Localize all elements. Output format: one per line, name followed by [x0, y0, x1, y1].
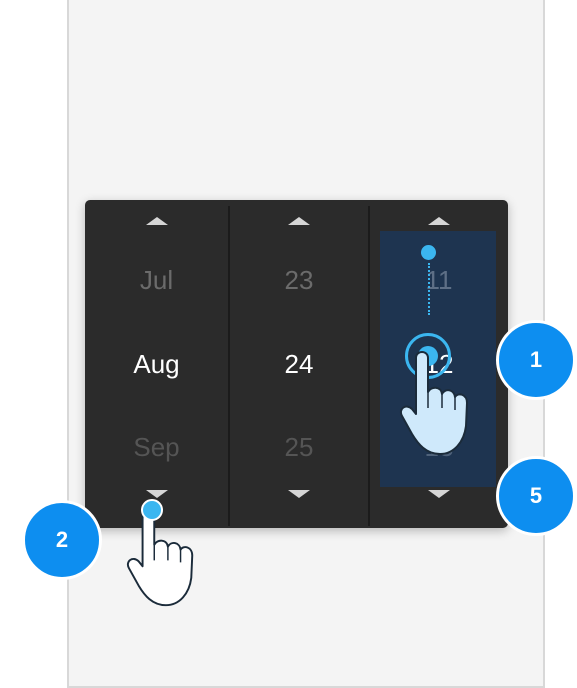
tap-point	[141, 499, 163, 521]
day-current[interactable]: 24	[230, 349, 368, 379]
month-prev[interactable]: Jul	[85, 265, 228, 295]
chevron-down-icon[interactable]	[428, 490, 450, 498]
chevron-up-icon[interactable]	[428, 217, 450, 225]
touch-hand-icon	[127, 504, 194, 607]
chevron-up-icon[interactable]	[288, 217, 310, 225]
month-column[interactable]: Jul Aug Sep	[85, 200, 228, 528]
day-column[interactable]: 23 24 25	[230, 200, 368, 528]
day-next[interactable]: 25	[230, 432, 368, 462]
day-prev[interactable]: 23	[230, 265, 368, 295]
touch-hand-icon	[400, 351, 468, 455]
drag-path-icon	[428, 263, 430, 315]
chevron-up-icon[interactable]	[145, 217, 168, 225]
chevron-down-icon[interactable]	[145, 490, 168, 498]
step-badge-1: 1	[496, 320, 576, 400]
year-prev[interactable]: 11	[370, 265, 508, 295]
month-current[interactable]: Aug	[85, 349, 228, 379]
step-badge-5: 5	[496, 456, 576, 536]
drag-start-dot	[421, 245, 436, 260]
chevron-down-icon[interactable]	[288, 490, 310, 498]
step-badge-2: 2	[22, 500, 102, 580]
month-next[interactable]: Sep	[85, 432, 228, 462]
